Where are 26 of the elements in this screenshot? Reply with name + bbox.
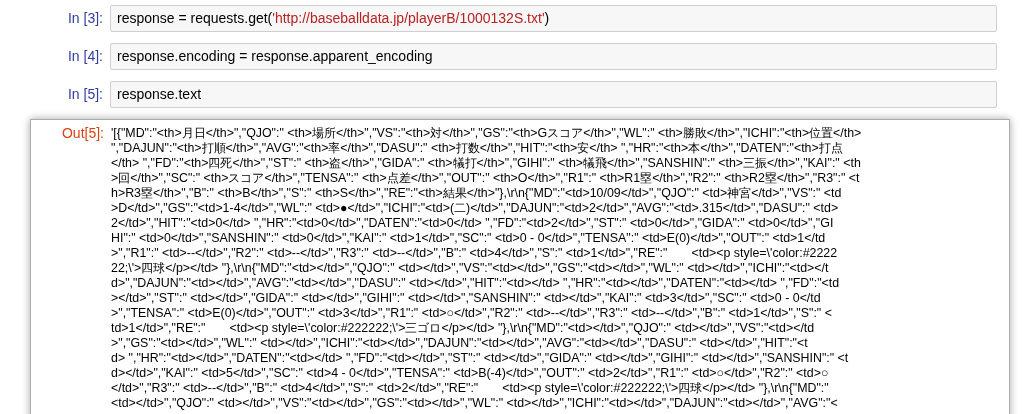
output-line: HI":" <td>0</td>","SANSHIN":" <td>0</td>","KAI":" <td>1</td>","SC":" <td>0 - 0</td>","TENSA":" <td>E(0)</td>","OUT":" <td>1</td [111,231,826,246]
output-line: >","GS":"<td></td>","WL":" <td></td>","ICHI":"<td></td>","DAJUN":"<td></td>","AVG":"<td></td>","DASU":" <td></td>","HIT":"<t [111,336,808,351]
output-line: >D</td>","GS":"<td>1-4</td>","WL":" <td>●</td>","ICHI":"<td>(二)</td>","DAJUN":"<td>2</td>","AVG":"<td>.315</td>","DASU":" <td> [111,201,839,216]
code-input[interactable]: response = requests.get('http://baseballdata.jp/playerB/1000132S.txt') [110,5,997,32]
output-line: >回</th>","SC":" <th>スコア</th>","TENSA":" <th>点差</th>","OUT":" <th>O</th>","R1":" <th>R1塁</th>","R2":" <th>R2塁</th>","R3":" <t [111,171,860,186]
output-line: >","TENSA":" <td>E(0)</td>","OUT":" <td>3</td>","R1":" <td>○</td>","R2":" <td>--</td>","R3":" <td>--</td>","B":" <td>1</td>","S":" < [111,306,832,321]
output-line: td>1</td>","RE":" <td><p style=\'color:#222222;\'>三ゴロ</p></td> "},\r\n{"MD":"<td></td>","QJO":" <td></td>","VS":"<td></td [111,321,815,336]
output-line: 22;\'>四球</p></td> "},\r\n{"MD":"<td></td>","QJO":" <td></td>","VS":"<td></td>","GS":"<td></td>","WL":" <td></td>","ICHI":"<td></t [111,261,829,276]
output-line: d> ","HR":"<td></td>","DATEN":"<td></td> ","FD":"<td></td>","ST":" <td></td>","GIDA":" <td></td>","GIHI":" <td></td>","SANSHIN":" <t [111,351,849,366]
code-input[interactable]: response.encoding = response.apparent_encoding [110,43,997,70]
output-line: d>","DAJUN":"<td></td>","AVG":"<td></td>","DASU":" <td></td>","HIT":"<td></td> ","HR":"<td></td>","DATEN":"<td></td> ","FD":"<td [111,276,840,291]
output-line: </td>","R3":" <td>--</td>","B":" <td>4</td>","S":" <td>2</td>","RE":" <td><p style=\'color:#222222;\'>四球</p></td> "},\r\n{"MD":" [111,381,829,396]
output-line: </th> ","FD":"<th>四死</th>","ST":" <th>盗</th>","GIDA":" <th>犠打</th>","GIHI":" <th>犠飛</th>","SANSHIN":" <th>三振</th>","KAI":" <th [111,156,861,171]
output-line: <td></td>","QJO":" <td></td>","VS":"<td></td>","GS":"<td></td>","WL":" <td></td>","ICHI":"<td></td>","DAJUN":"<td></td>","AVG":"< [111,396,838,411]
input-prompt: In [3]: [66,9,104,28]
input-prompt: In [5]: [66,85,104,104]
output-line: d></td>","KAI":" <td>5</td>","SC":" <td>4 - 0</td>","TENSA":" <td>B(-4)</td>","OUT":" <td>2</td>","R1":" <td>○</td>","R2":" <td>○ [111,366,829,381]
output-line: ></td>","ST":" <td></td>","GIDA":" <td></td>","GIHI":" <td></td>","SANSHIN":" <td></td>","KAI":" <td>3</td>","SC":" <td>0 - 0</td [111,291,821,306]
input-prompt: In [4]: [66,47,104,66]
output-line: ","DAJUN":"<th>打順</th>","AVG":"<th>率</th>","DASU":" <th>打数</th>","HIT":"<th>安</th> ","HR":"<th>本</th>","DATEN":"<th>打点 [111,141,843,156]
output-line: 2</td>","HIT":"<td>0</td> ","HR":"<td>0</td>","DATEN":"<td>0</td> ","FD":"<td>2</td>","ST":" <td>0</td>","GIDA":" <td>0</td>","GI [111,216,834,231]
output-prompt: Out[5]: [60,126,105,141]
code-input[interactable]: response.text [110,81,997,108]
output-line: h>R3塁</th>","B":" <th>B</th>","S":" <th>S</th>","RE":"<th>結果</th>"},\r\n{"MD":"<td>10/09</td>","QJO":" <td>神宮</td>","VS":" <td [111,186,842,201]
output-line: '[{"MD":"<th>月日</th>","QJO":" <th>場所</th>","VS":"<th>対</th>","GS":"<th>Gスコア</th>","WL":" <th>勝敗</th>","ICHI":"<th>位置</th> [111,126,862,141]
output-line: >","R1":" <td>--</td>","R2":" <td>--</td>","R3":" <td>--</td>","B":" <td>4</td>","S":" <td>1</td>","RE":" <td><p style=\'color:#2222 [111,246,838,261]
